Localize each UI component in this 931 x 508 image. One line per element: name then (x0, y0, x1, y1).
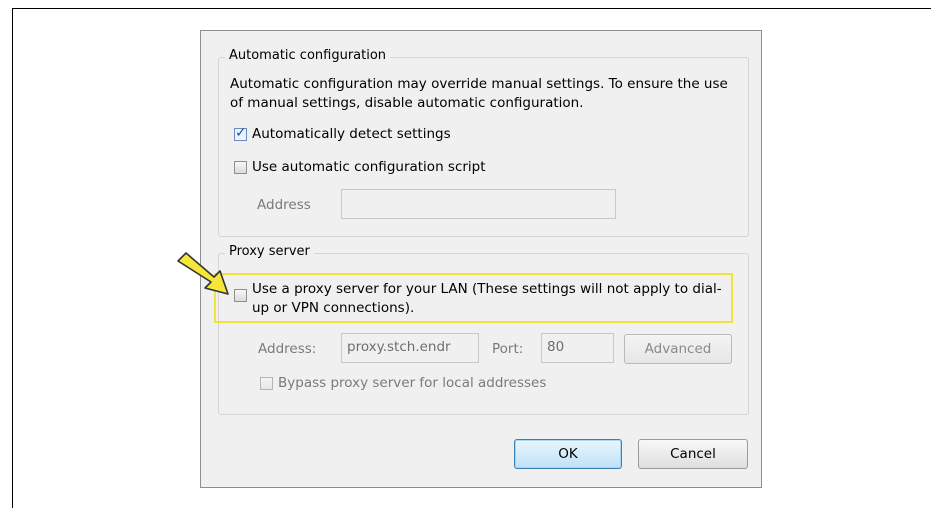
bypass-checkbox[interactable] (260, 377, 273, 390)
bypass-label: Bypass proxy server for local addresses (278, 375, 547, 391)
proxy-address-input[interactable]: proxy.stch.endr (341, 333, 479, 363)
auto-script-row[interactable]: Use automatic configuration script (234, 158, 486, 177)
auto-script-checkbox[interactable] (234, 161, 247, 174)
proxy-port-label: Port: (492, 341, 524, 357)
auto-detect-label: Automatically detect settings (252, 126, 451, 142)
use-proxy-label: Use a proxy server for your LAN (These s… (252, 281, 722, 316)
auto-config-legend: Automatic configuration (225, 48, 391, 63)
proxy-address-label: Address: (258, 341, 317, 357)
use-proxy-row[interactable]: Use a proxy server for your LAN (These s… (234, 280, 724, 318)
auto-address-input[interactable] (341, 189, 616, 219)
auto-detect-checkbox[interactable] (234, 124, 247, 143)
lan-settings-dialog: Automatic configuration Automatic config… (200, 30, 762, 488)
frame-left-border (12, 8, 13, 508)
proxy-legend: Proxy server (225, 244, 314, 259)
auto-config-description: Automatic configuration may override man… (230, 76, 728, 111)
arrow-pointer-icon (177, 252, 229, 295)
auto-detect-row[interactable]: Automatically detect settings (234, 124, 451, 144)
proxy-port-input[interactable]: 80 (541, 333, 614, 363)
ok-button[interactable]: OK (514, 439, 622, 469)
advanced-button[interactable]: Advanced (624, 334, 732, 364)
frame-top-border (12, 8, 931, 9)
auto-script-label: Use automatic configuration script (252, 159, 486, 175)
auto-address-label: Address (257, 197, 311, 213)
cancel-button[interactable]: Cancel (638, 439, 748, 469)
bypass-row[interactable]: Bypass proxy server for local addresses (260, 374, 546, 393)
